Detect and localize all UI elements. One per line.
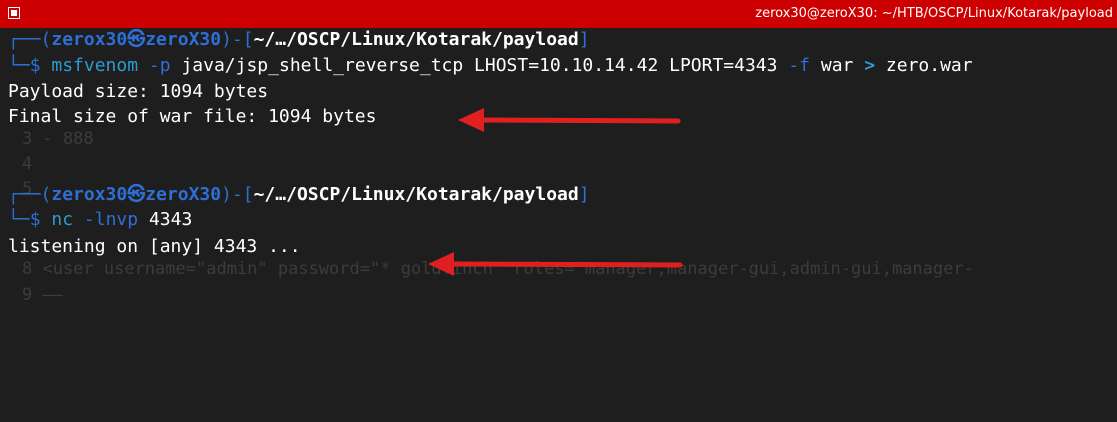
arrow-final-size (458, 108, 681, 132)
annotation-arrows (428, 108, 683, 276)
arrow-listening (428, 252, 683, 276)
